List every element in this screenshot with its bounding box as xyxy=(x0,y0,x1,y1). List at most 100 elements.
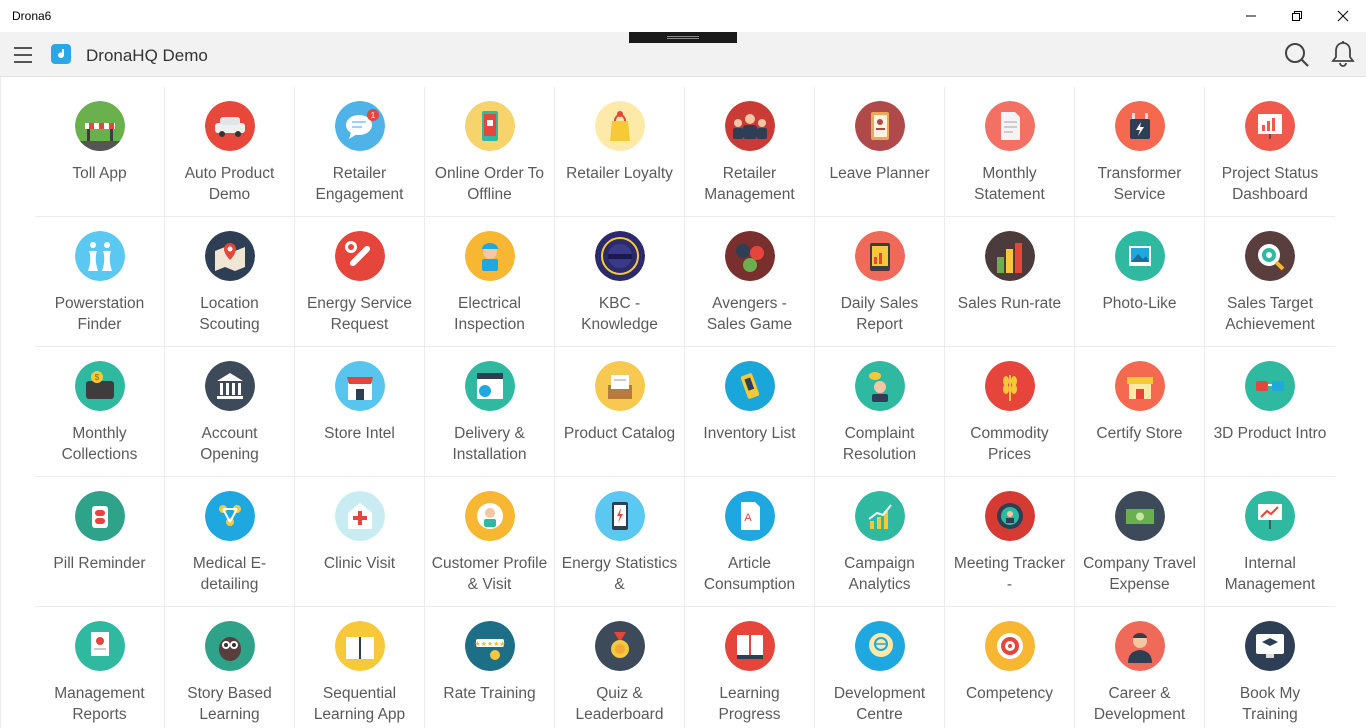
app-tile[interactable]: Store Intel xyxy=(295,347,425,477)
app-label: Quiz & Leaderboard xyxy=(575,685,664,723)
app-label: Development Centre xyxy=(833,685,926,723)
app-tile[interactable]: Leave Planner xyxy=(815,87,945,217)
bar-columns-icon xyxy=(985,231,1035,281)
app-tile[interactable]: Management Reports xyxy=(35,607,165,728)
wrench-icon xyxy=(335,231,385,281)
app-tile[interactable]: Retailer Loyalty xyxy=(555,87,685,217)
toll-barrier-icon xyxy=(75,101,125,151)
app-label: Company Travel Expense xyxy=(1083,555,1196,593)
document-icon xyxy=(985,101,1035,151)
app-tile[interactable]: Electrical Inspection xyxy=(425,217,555,347)
inventory-phone-icon xyxy=(725,361,775,411)
app-label: Avengers - Sales Game xyxy=(706,295,793,333)
app-tile[interactable]: Competency xyxy=(945,607,1075,728)
app-label: Photo-Like xyxy=(1102,295,1177,312)
app-tile[interactable]: Career & Development xyxy=(1075,607,1205,728)
app-tile[interactable]: Toll App xyxy=(35,87,165,217)
meeting-target-icon xyxy=(985,491,1035,541)
tablet-chart-icon xyxy=(855,231,905,281)
app-label: Store Intel xyxy=(324,425,395,442)
app-label: Energy Service Request xyxy=(306,295,413,333)
open-book-icon xyxy=(335,621,385,671)
search-icon[interactable] xyxy=(1283,41,1311,69)
svg-text:1: 1 xyxy=(371,111,376,120)
hamburger-menu-icon[interactable] xyxy=(10,42,36,68)
app-label: Campaign Analytics xyxy=(844,555,915,593)
app-tile[interactable]: Monthly Statement xyxy=(945,87,1075,217)
bell-icon[interactable] xyxy=(1330,40,1356,68)
app-tile[interactable]: Customer Profile & Visit xyxy=(425,477,555,607)
app-tile[interactable]: Daily Sales Report xyxy=(815,217,945,347)
app-tile[interactable]: Delivery & Installation xyxy=(425,347,555,477)
app-label: Article Consumption xyxy=(703,555,796,593)
app-tile[interactable]: Campaign Analytics xyxy=(815,477,945,607)
app-launcher: Toll App Auto Product Demo 1 Retailer Engag… xyxy=(0,77,1366,728)
app-label: Energy Statistics & xyxy=(561,555,678,593)
app-tile[interactable]: Book My Training xyxy=(1205,607,1335,728)
app-label: Retailer Management xyxy=(704,165,795,203)
people-group-icon xyxy=(725,101,775,151)
restore-icon xyxy=(1292,11,1302,21)
close-button[interactable] xyxy=(1320,0,1366,32)
kbc-logo-icon xyxy=(595,231,645,281)
app-label: Story Based Learning xyxy=(187,685,272,723)
app-tile[interactable]: Sequential Learning App xyxy=(295,607,425,728)
calendar-grid-icon xyxy=(465,361,515,411)
app-tile[interactable]: Auto Product Demo xyxy=(165,87,295,217)
svg-text:★★★★★: ★★★★★ xyxy=(474,640,505,648)
star-rating-icon: ★★★★★ xyxy=(465,621,515,671)
app-tile[interactable]: Product Catalog xyxy=(555,347,685,477)
app-logo-icon xyxy=(51,44,71,64)
app-tile[interactable]: Complaint Resolution xyxy=(815,347,945,477)
app-tile[interactable]: Development Centre xyxy=(815,607,945,728)
app-label: Project Status Dashboard xyxy=(1221,165,1319,203)
app-tile[interactable]: Quiz & Leaderboard xyxy=(555,607,685,728)
app-tile[interactable]: Project Status Dashboard xyxy=(1205,87,1335,217)
app-title: DronaHQ Demo xyxy=(86,46,208,65)
app-tile[interactable]: Energy Statistics & xyxy=(555,477,685,607)
app-tile[interactable]: A Article Consumption xyxy=(685,477,815,607)
maximize-button[interactable] xyxy=(1274,0,1320,32)
app-tile[interactable]: Online Order To Offline xyxy=(425,87,555,217)
app-tile[interactable]: Clinic Visit xyxy=(295,477,425,607)
app-tile[interactable]: Transformer Service xyxy=(1075,87,1205,217)
svg-text:A: A xyxy=(744,512,752,524)
app-label: Complaint Resolution xyxy=(842,425,917,463)
app-tile[interactable]: $ Monthly Collections xyxy=(35,347,165,477)
app-tile[interactable]: ★★★★★ Rate Training xyxy=(425,607,555,728)
app-label: Powerstation Finder xyxy=(54,295,145,333)
app-tile[interactable]: KBC - Knowledge xyxy=(555,217,685,347)
app-tile[interactable]: Learning Progress xyxy=(685,607,815,728)
app-tile[interactable]: Powerstation Finder xyxy=(35,217,165,347)
app-tile[interactable]: Sales Run-rate xyxy=(945,217,1075,347)
app-label: Transformer Service xyxy=(1097,165,1182,203)
pill-icon xyxy=(75,491,125,541)
app-label: Delivery & Installation xyxy=(452,425,527,463)
app-tile[interactable]: Location Scouting xyxy=(165,217,295,347)
drag-handle[interactable] xyxy=(629,32,737,43)
app-tile[interactable]: Commodity Prices xyxy=(945,347,1075,477)
app-label: Commodity Prices xyxy=(970,425,1049,463)
growth-chart-icon xyxy=(855,491,905,541)
app-tile[interactable]: Story Based Learning xyxy=(165,607,295,728)
app-label: Monthly Statement xyxy=(974,165,1045,203)
app-tile[interactable]: Company Travel Expense xyxy=(1075,477,1205,607)
bullseye-icon xyxy=(985,621,1035,671)
app-tile[interactable]: Inventory List xyxy=(685,347,815,477)
app-tile[interactable]: 3D Product Intro xyxy=(1205,347,1335,477)
article-icon: A xyxy=(725,491,775,541)
minimize-icon xyxy=(1246,15,1256,17)
app-tile[interactable]: Account Opening xyxy=(165,347,295,477)
app-tile[interactable]: 1 Retailer Engagement xyxy=(295,87,425,217)
app-tile[interactable]: Medical E-detailing xyxy=(165,477,295,607)
app-tile[interactable]: Energy Service Request xyxy=(295,217,425,347)
app-tile[interactable]: Avengers - Sales Game xyxy=(685,217,815,347)
app-tile[interactable]: Retailer Management xyxy=(685,87,815,217)
app-tile[interactable]: Pill Reminder xyxy=(35,477,165,607)
app-tile[interactable]: Meeting Tracker - xyxy=(945,477,1075,607)
minimize-button[interactable] xyxy=(1228,0,1274,32)
app-tile[interactable]: Internal Management xyxy=(1205,477,1335,607)
app-tile[interactable]: Sales Target Achievement xyxy=(1205,217,1335,347)
app-tile[interactable]: Photo-Like xyxy=(1075,217,1205,347)
app-tile[interactable]: Certify Store xyxy=(1075,347,1205,477)
